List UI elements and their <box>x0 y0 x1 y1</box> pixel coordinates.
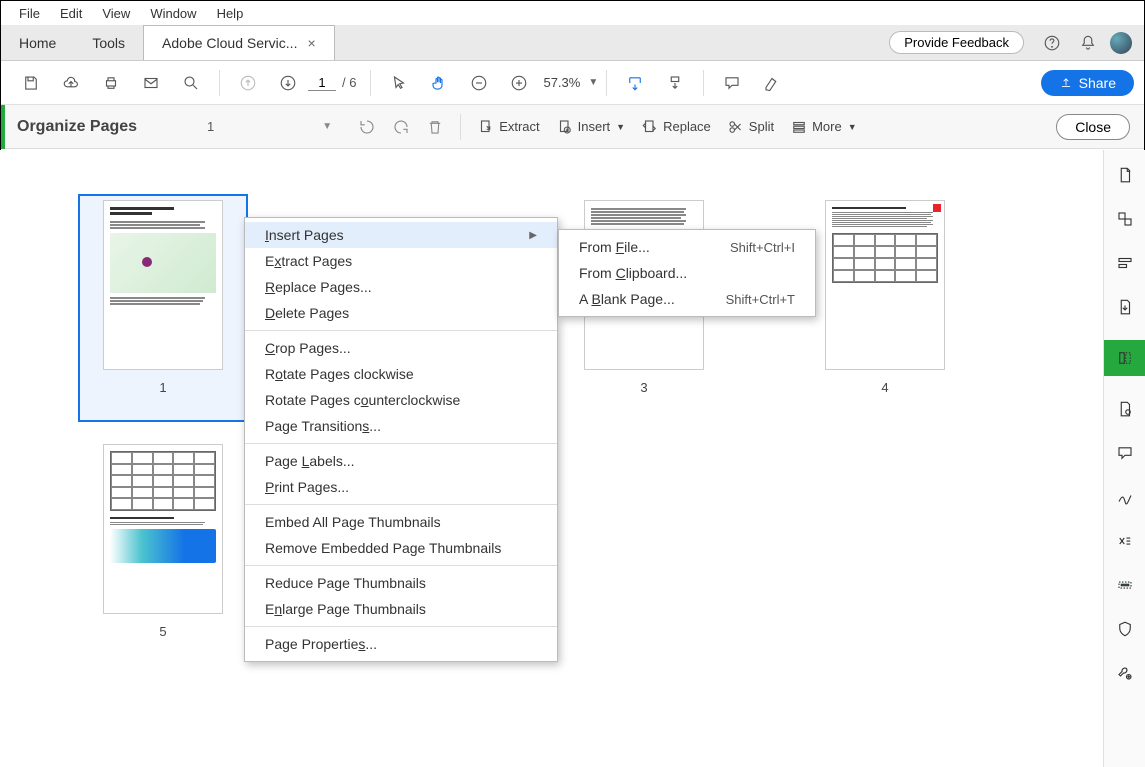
organize-title: Organize Pages <box>17 118 137 136</box>
insert-button[interactable]: Insert▼ <box>548 114 633 140</box>
ctx-remove-embed[interactable]: Remove Embedded Page Thumbnails <box>245 535 557 561</box>
rail-protect-icon[interactable] <box>1114 618 1136 640</box>
thumb-5-label: 5 <box>78 624 248 639</box>
rail-create-pdf-icon[interactable] <box>1114 164 1136 186</box>
menu-file[interactable]: File <box>9 3 50 24</box>
bell-icon[interactable] <box>1077 32 1099 54</box>
tab-home[interactable]: Home <box>1 25 74 60</box>
organize-page-caret-icon[interactable]: ▼ <box>322 121 332 132</box>
extract-label: Extract <box>499 119 539 134</box>
tab-row: Home Tools Adobe Cloud Servic... × Provi… <box>1 25 1144 61</box>
avatar-icon[interactable] <box>1110 32 1132 54</box>
zoom-in-icon[interactable] <box>507 71 531 95</box>
ctx-reduce[interactable]: Reduce Page Thumbnails <box>245 570 557 596</box>
rail-combine-icon[interactable] <box>1114 208 1136 230</box>
more-button[interactable]: More▼ <box>782 114 865 140</box>
extract-button[interactable]: Extract <box>469 114 547 140</box>
highlight-icon[interactable] <box>760 71 784 95</box>
close-tab-icon[interactable]: × <box>307 35 315 51</box>
rail-redact-icon[interactable] <box>1114 574 1136 596</box>
mail-icon[interactable] <box>139 71 163 95</box>
close-button[interactable]: Close <box>1056 114 1130 140</box>
split-label: Split <box>749 119 774 134</box>
share-button[interactable]: Share <box>1041 70 1134 96</box>
rail-speech-icon[interactable] <box>1114 442 1136 464</box>
provide-feedback-button[interactable]: Provide Feedback <box>889 31 1024 54</box>
ctx-rotate-cw[interactable]: Rotate Pages clockwise <box>245 361 557 387</box>
rail-more-tools-icon[interactable] <box>1114 662 1136 684</box>
tab-document-label: Adobe Cloud Servic... <box>162 35 297 51</box>
ctx-blank-page[interactable]: A Blank Page... Shift+Ctrl+T <box>559 286 815 312</box>
thumb-4-label: 4 <box>800 380 970 395</box>
share-label: Share <box>1079 75 1116 91</box>
menu-window[interactable]: Window <box>140 3 206 24</box>
context-submenu-insert: From File... Shift+Ctrl+I From Clipboard… <box>558 229 816 317</box>
search-icon[interactable] <box>179 71 203 95</box>
ctx-transitions[interactable]: Page Transitions... <box>245 413 557 439</box>
insert-label: Insert <box>578 119 611 134</box>
split-button[interactable]: Split <box>719 114 782 140</box>
rail-organize-icon[interactable] <box>1104 340 1145 376</box>
page-down-icon[interactable] <box>276 71 300 95</box>
rail-excel-icon[interactable] <box>1114 530 1136 552</box>
zoom-level[interactable]: 57.3% <box>543 75 580 90</box>
save-icon[interactable] <box>19 71 43 95</box>
ctx-from-clipboard[interactable]: From Clipboard... <box>559 260 815 286</box>
ctx-delete-pages[interactable]: Delete Pages <box>245 300 557 326</box>
print-icon[interactable] <box>99 71 123 95</box>
zoom-out-icon[interactable] <box>467 71 491 95</box>
page-input[interactable] <box>308 75 336 91</box>
organize-toolbar: Organize Pages 1 ▼ Extract Insert▼ Repla… <box>1 105 1144 149</box>
menu-bar: File Edit View Window Help <box>1 1 1144 25</box>
menu-view[interactable]: View <box>92 3 140 24</box>
ctx-print[interactable]: Print Pages... <box>245 474 557 500</box>
thumbnail-page-1[interactable]: 1 <box>78 200 248 395</box>
ctx-properties[interactable]: Page Properties... <box>245 631 557 657</box>
replace-label: Replace <box>663 119 711 134</box>
rotate-ccw-icon[interactable] <box>356 116 378 138</box>
ctx-rotate-ccw[interactable]: Rotate Pages counterclockwise <box>245 387 557 413</box>
thumbnail-page-4[interactable]: 4 <box>800 200 970 395</box>
organize-page-selector[interactable]: 1 <box>207 119 214 134</box>
ctx-enlarge[interactable]: Enlarge Page Thumbnails <box>245 596 557 622</box>
menu-edit[interactable]: Edit <box>50 3 92 24</box>
comment-icon[interactable] <box>720 71 744 95</box>
ctx-extract-pages[interactable]: Extract Pages <box>245 248 557 274</box>
organize-accent <box>1 105 5 149</box>
tab-document[interactable]: Adobe Cloud Servic... × <box>143 25 335 60</box>
thumb-1-label: 1 <box>78 380 248 395</box>
select-tool-icon[interactable] <box>387 71 411 95</box>
rail-comment-icon[interactable] <box>1114 398 1136 420</box>
thumbnail-page-5[interactable]: 5 <box>78 444 248 639</box>
fit-width-icon[interactable] <box>623 71 647 95</box>
rail-export-icon[interactable] <box>1114 296 1136 318</box>
ctx-crop-pages[interactable]: Crop Pages... <box>245 335 557 361</box>
menu-help[interactable]: Help <box>207 3 254 24</box>
delete-icon[interactable] <box>424 116 446 138</box>
rail-edit-icon[interactable] <box>1114 252 1136 274</box>
rotate-cw-icon[interactable] <box>390 116 412 138</box>
right-rail <box>1103 150 1145 767</box>
rail-sign-icon[interactable] <box>1114 486 1136 508</box>
context-menu: Insert Pages▶ Extract Pages Replace Page… <box>244 217 558 662</box>
ctx-insert-pages[interactable]: Insert Pages▶ <box>245 222 557 248</box>
hand-tool-icon[interactable] <box>427 71 451 95</box>
ctx-replace-pages[interactable]: Replace Pages... <box>245 274 557 300</box>
main-toolbar: / 6 57.3% ▼ Share <box>1 61 1144 105</box>
ctx-labels[interactable]: Page Labels... <box>245 448 557 474</box>
cloud-upload-icon[interactable] <box>59 71 83 95</box>
more-label: More <box>812 119 842 134</box>
ctx-from-file[interactable]: From File... Shift+Ctrl+I <box>559 234 815 260</box>
scroll-mode-icon[interactable] <box>663 71 687 95</box>
page-count: / 6 <box>342 75 356 90</box>
ctx-embed-all[interactable]: Embed All Page Thumbnails <box>245 509 557 535</box>
zoom-dropdown-icon[interactable]: ▼ <box>588 77 598 88</box>
thumb-3-label: 3 <box>559 380 729 395</box>
page-up-icon[interactable] <box>236 71 260 95</box>
replace-button[interactable]: Replace <box>633 114 719 140</box>
help-icon[interactable] <box>1041 32 1063 54</box>
tab-tools[interactable]: Tools <box>74 25 143 60</box>
